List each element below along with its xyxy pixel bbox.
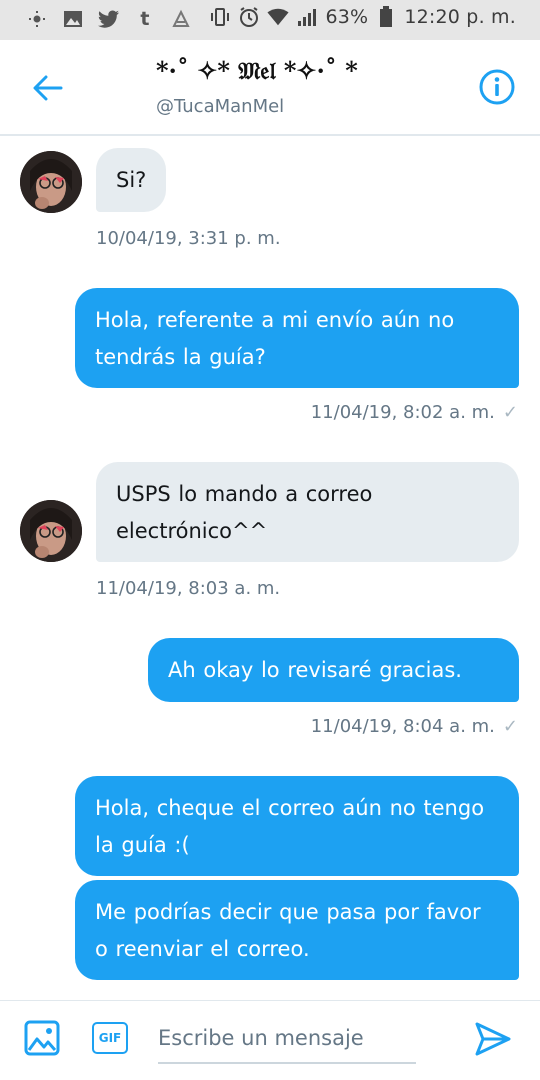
add-photo-button[interactable] xyxy=(24,1020,60,1056)
info-icon xyxy=(479,69,515,105)
message-timestamp: 10/04/19, 3:31 p. m. xyxy=(96,228,281,249)
info-button[interactable] xyxy=(478,68,516,106)
read-check-icon: ✓ xyxy=(502,716,518,737)
message-bubble-outgoing[interactable]: Hola, cheque el correo aún no tengo la g… xyxy=(75,776,519,876)
vibrate-icon xyxy=(209,6,231,28)
message-bubble-outgoing[interactable]: Me podrías decir que pasa por favor o re… xyxy=(75,880,519,980)
signal-icon xyxy=(296,6,318,28)
timestamp-text: 11/04/19, 8:04 a. m. xyxy=(310,716,495,737)
message-bubble-outgoing[interactable]: Hola, referente a mi envío aún no tendrá… xyxy=(75,288,519,388)
gallery-icon xyxy=(62,8,84,30)
message-timestamp: 11/04/19, 8:03 a. m. xyxy=(96,578,281,599)
battery-percent: 63% xyxy=(325,6,369,28)
message-input[interactable] xyxy=(158,1014,416,1064)
back-button[interactable] xyxy=(28,68,68,108)
alarm-icon xyxy=(238,6,260,28)
gif-button[interactable]: GIF xyxy=(92,1022,128,1054)
conversation-title: *·˚ ✧* 𝔐𝔢𝔩 *✧·˚ * xyxy=(156,56,358,85)
read-check-icon: ✓ xyxy=(502,402,518,423)
arrow-left-icon xyxy=(33,75,63,101)
message-timestamp: 11/04/19, 8:02 a. m. ✓ xyxy=(311,402,518,423)
status-right-icons: 63% 12:20 p. m. xyxy=(209,6,516,28)
wifi-icon xyxy=(267,6,290,28)
brightness-icon xyxy=(26,8,48,30)
status-bar: t 63% 12:20 p. m. xyxy=(0,0,540,40)
avatar[interactable] xyxy=(20,151,82,213)
battery-icon xyxy=(375,6,397,28)
conversation-handle: @TucaManMel xyxy=(156,96,285,117)
twitter-icon xyxy=(98,8,120,30)
message-timestamp: 11/04/19, 8:04 a. m. ✓ xyxy=(311,716,518,737)
sticker-icon xyxy=(170,8,192,30)
image-icon xyxy=(24,1020,60,1056)
avatar[interactable] xyxy=(20,500,82,562)
message-bubble-incoming[interactable]: Si? xyxy=(96,148,167,212)
conversation-header: *·˚ ✧* 𝔐𝔢𝔩 *✧·˚ * @TucaManMel xyxy=(0,40,540,136)
timestamp-text: 11/04/19, 8:02 a. m. xyxy=(310,402,495,423)
clock: 12:20 p. m. xyxy=(404,6,516,28)
status-left-icons: t xyxy=(26,8,192,30)
message-bubble-outgoing[interactable]: Ah okay lo revisaré gracias. xyxy=(148,638,519,702)
send-button[interactable] xyxy=(474,1020,512,1058)
message-bubble-incoming[interactable]: USPS lo mando a correo electrónico^^ xyxy=(96,462,519,562)
tumblr-icon: t xyxy=(140,8,150,30)
composer-divider xyxy=(0,1000,540,1001)
send-icon xyxy=(475,1022,511,1056)
message-composer: GIF xyxy=(0,1000,540,1080)
